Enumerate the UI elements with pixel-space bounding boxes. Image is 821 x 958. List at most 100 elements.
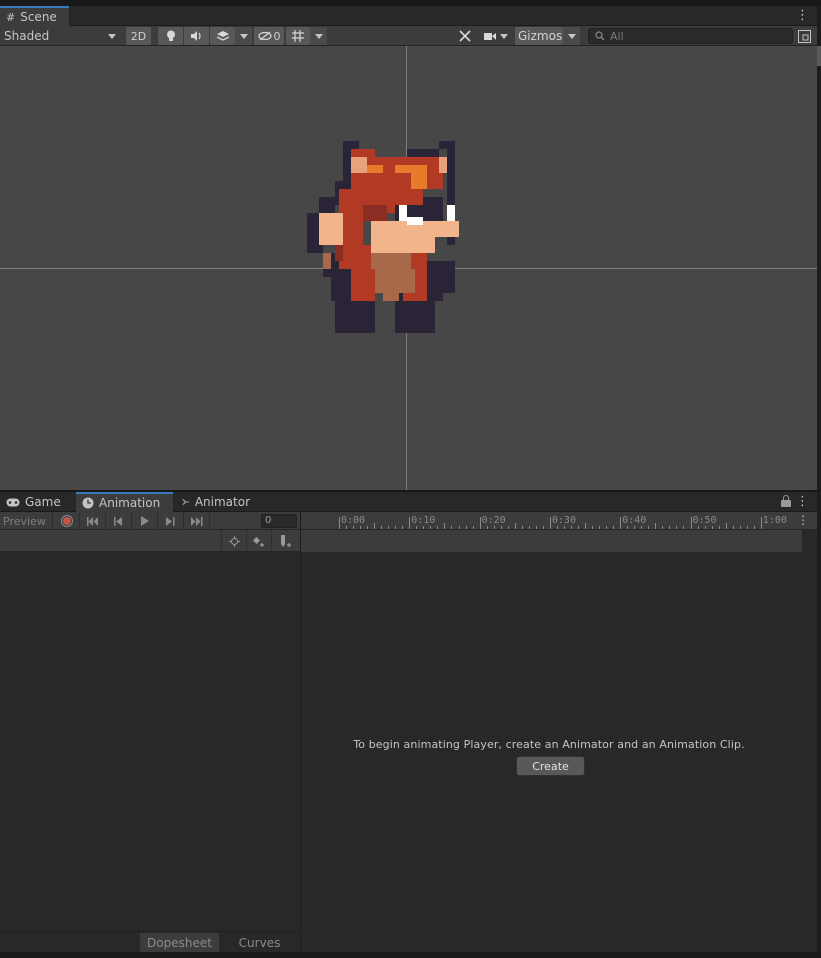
timeline-minor-tick (423, 526, 425, 529)
timeline-minor-tick (599, 526, 601, 529)
record-button[interactable] (54, 512, 80, 530)
next-keyframe-button[interactable] (158, 512, 184, 530)
animation-scrollbar[interactable] (817, 492, 821, 952)
tab-dopesheet[interactable]: Dopesheet (139, 933, 219, 952)
lightbulb-icon (166, 30, 175, 41)
camera-settings-button[interactable] (479, 27, 513, 45)
scene-panel: # Scene ⋮ Shaded 2D 0 Gizmos All (0, 6, 817, 490)
timeline-minor-tick (395, 526, 397, 529)
timeline-minor-tick (360, 526, 362, 529)
property-list[interactable] (0, 553, 300, 931)
gamepad-icon (6, 498, 20, 506)
scene-menu-icon[interactable]: ⋮ (796, 9, 809, 22)
timeline-minor-tick (669, 526, 671, 529)
animation-menu-icon[interactable]: ⋮ (796, 495, 809, 508)
timeline-minor-tick (655, 523, 657, 529)
scene-scrollbar[interactable] (817, 6, 821, 490)
preview-button[interactable]: Preview (0, 512, 53, 530)
timeline-tick-label: 0:40 (622, 515, 647, 526)
tab-scene[interactable]: # Scene (0, 6, 69, 26)
timeline-minor-tick (585, 523, 587, 529)
toggle-2d-button[interactable]: 2D (126, 27, 151, 45)
timeline-major-tick (339, 517, 340, 529)
animation-panel: Game Animation Animator ⋮ Preview 0 Dope… (0, 492, 817, 952)
tab-curves[interactable]: Curves (219, 933, 299, 952)
last-keyframe-button[interactable] (184, 512, 210, 530)
grid-icon: # (6, 10, 16, 24)
window-view-icon (797, 29, 811, 43)
scene-toolbar: Shaded 2D 0 Gizmos All (0, 26, 817, 46)
effects-toggle-button[interactable] (210, 27, 235, 45)
tools-button[interactable] (454, 27, 476, 45)
frame-number-input[interactable]: 0 (261, 514, 297, 528)
toggle-2d-label: 2D (130, 29, 147, 43)
scene-search-input[interactable]: All (588, 28, 793, 44)
timeline-minor-tick (662, 526, 664, 529)
timeline-minor-tick (535, 526, 537, 529)
tab-curves-label: Curves (238, 935, 281, 950)
previous-keyframe-button[interactable] (106, 512, 132, 530)
empty-state-message: To begin animating Player, create an Ani… (353, 738, 745, 751)
create-button[interactable]: Create (516, 756, 585, 776)
timeline-minor-tick (718, 526, 720, 529)
animation-controls: Preview 0 (0, 512, 300, 530)
timeline-minor-tick (627, 526, 629, 529)
add-keyframe-button[interactable] (246, 530, 271, 552)
timeline-minor-tick (493, 526, 495, 529)
timeline-minor-tick (374, 523, 376, 529)
scene-visibility-button[interactable]: 0 (254, 27, 284, 45)
effects-dropdown-button[interactable] (235, 27, 252, 45)
timeline-tick-label: 1:00 (762, 515, 787, 526)
tab-animator[interactable]: Animator (176, 492, 256, 512)
timeline-minor-tick (514, 523, 516, 529)
camera-icon (484, 32, 496, 40)
lock-icon[interactable] (781, 495, 791, 508)
timeline-minor-tick (444, 523, 446, 529)
timeline-minor-tick (732, 526, 734, 529)
crosshair-icon (228, 535, 240, 547)
timeline-menu-icon[interactable]: ⋮ (797, 514, 809, 526)
shading-mode-dropdown[interactable]: Shaded (0, 26, 120, 46)
timeline-minor-tick (416, 526, 418, 529)
play-button[interactable] (132, 512, 158, 530)
timeline-minor-tick (592, 526, 594, 529)
timeline-minor-tick (458, 526, 460, 529)
first-keyframe-button[interactable] (80, 512, 106, 530)
speaker-icon (190, 31, 201, 41)
tab-animation[interactable]: Animation (76, 492, 173, 512)
filter-by-selection-button[interactable] (221, 530, 246, 552)
clock-icon (82, 497, 94, 509)
gizmos-label: Gizmos (518, 29, 563, 43)
lighting-toggle-button[interactable] (158, 27, 183, 45)
grid-snap-icon (292, 30, 304, 42)
scene-viewport[interactable] (0, 46, 817, 490)
add-event-button[interactable] (271, 530, 300, 552)
hidden-count: 0 (273, 29, 281, 43)
timeline-minor-tick (451, 526, 453, 529)
timeline-minor-tick (648, 526, 650, 529)
timeline-tick-label: 0:50 (692, 515, 717, 526)
timeline-minor-tick (613, 526, 615, 529)
timeline-tick-label: 0:30 (551, 515, 576, 526)
scene-scrollbar-thumb[interactable] (817, 46, 821, 66)
tab-dopesheet-label: Dopesheet (147, 935, 212, 950)
chevron-down-icon (108, 34, 116, 39)
dopesheet-area[interactable]: To begin animating Player, create an Ani… (301, 553, 817, 952)
timeline-major-tick (620, 517, 622, 529)
event-strip[interactable] (301, 530, 802, 552)
tab-game[interactable]: Game (0, 492, 75, 512)
timeline-minor-tick (486, 526, 488, 529)
timeline-ruler[interactable]: 0:00 0:10 0:20 0:30 0:40 0:50 1:00 ⋮ (301, 512, 817, 530)
timeline-minor-tick (472, 526, 474, 529)
player-sprite[interactable] (307, 141, 467, 337)
gizmos-dropdown-button[interactable] (563, 27, 580, 45)
gizmos-button[interactable]: Gizmos (515, 27, 563, 45)
timeline-minor-tick (641, 526, 643, 529)
grid-dropdown-button[interactable] (310, 27, 327, 45)
audio-toggle-button[interactable] (184, 27, 209, 45)
grid-toggle-button[interactable] (286, 27, 310, 45)
timeline-minor-tick (528, 526, 530, 529)
timeline-major-tick (690, 517, 692, 529)
timeline-minor-tick (753, 526, 755, 529)
maximize-view-button[interactable] (795, 27, 813, 45)
